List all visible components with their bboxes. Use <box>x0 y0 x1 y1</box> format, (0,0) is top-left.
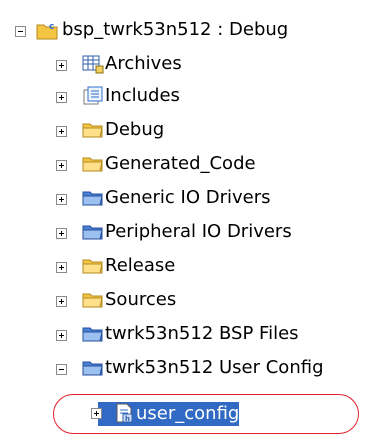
expand-toggle[interactable] <box>56 228 67 239</box>
project-label[interactable]: bsp_twrk53n512 : Debug <box>62 20 288 40</box>
tree-item-release[interactable]: Release <box>105 256 175 276</box>
svg-text:c: c <box>49 22 54 32</box>
tree-item-user-config[interactable]: twrk53n512 User Config <box>105 358 324 378</box>
tree-item-peripheral-io-drivers[interactable]: Peripheral IO Drivers <box>105 222 292 242</box>
source-folder-icon <box>82 225 103 240</box>
expand-toggle[interactable] <box>56 194 67 205</box>
tree-item-sources[interactable]: Sources <box>105 290 176 310</box>
archives-icon <box>82 55 104 74</box>
source-folder-icon <box>82 191 103 206</box>
expand-toggle[interactable] <box>56 262 67 273</box>
tree-item-generic-io-drivers[interactable]: Generic IO Drivers <box>105 188 271 208</box>
tree-item-generated-code[interactable]: Generated_Code <box>105 154 256 174</box>
folder-icon <box>82 293 103 308</box>
expand-toggle[interactable] <box>56 60 67 71</box>
folder-icon <box>82 123 103 138</box>
includes-icon <box>83 86 103 105</box>
c-project-icon: c <box>36 22 58 40</box>
expand-toggle[interactable] <box>56 296 67 307</box>
tree-item-bsp-files[interactable]: twrk53n512 BSP Files <box>105 324 299 344</box>
expand-toggle[interactable] <box>56 160 67 171</box>
folder-icon <box>82 259 103 274</box>
tree-item-includes[interactable]: Includes <box>105 86 180 106</box>
expand-toggle[interactable] <box>56 330 67 341</box>
folder-icon <box>82 157 103 172</box>
source-folder-icon <box>82 327 103 342</box>
source-folder-icon <box>82 361 103 376</box>
expand-toggle[interactable] <box>56 92 67 103</box>
collapse-toggle[interactable] <box>56 364 67 375</box>
tree-item-archives[interactable]: Archives <box>105 54 182 74</box>
expand-toggle[interactable] <box>56 126 67 137</box>
tree-item-debug[interactable]: Debug <box>105 120 164 140</box>
project-explorer-tree: c bsp_twrk53n512 : Debug Archives Includ… <box>0 0 381 442</box>
highlight-annotation <box>53 394 359 434</box>
collapse-toggle[interactable] <box>15 26 26 37</box>
